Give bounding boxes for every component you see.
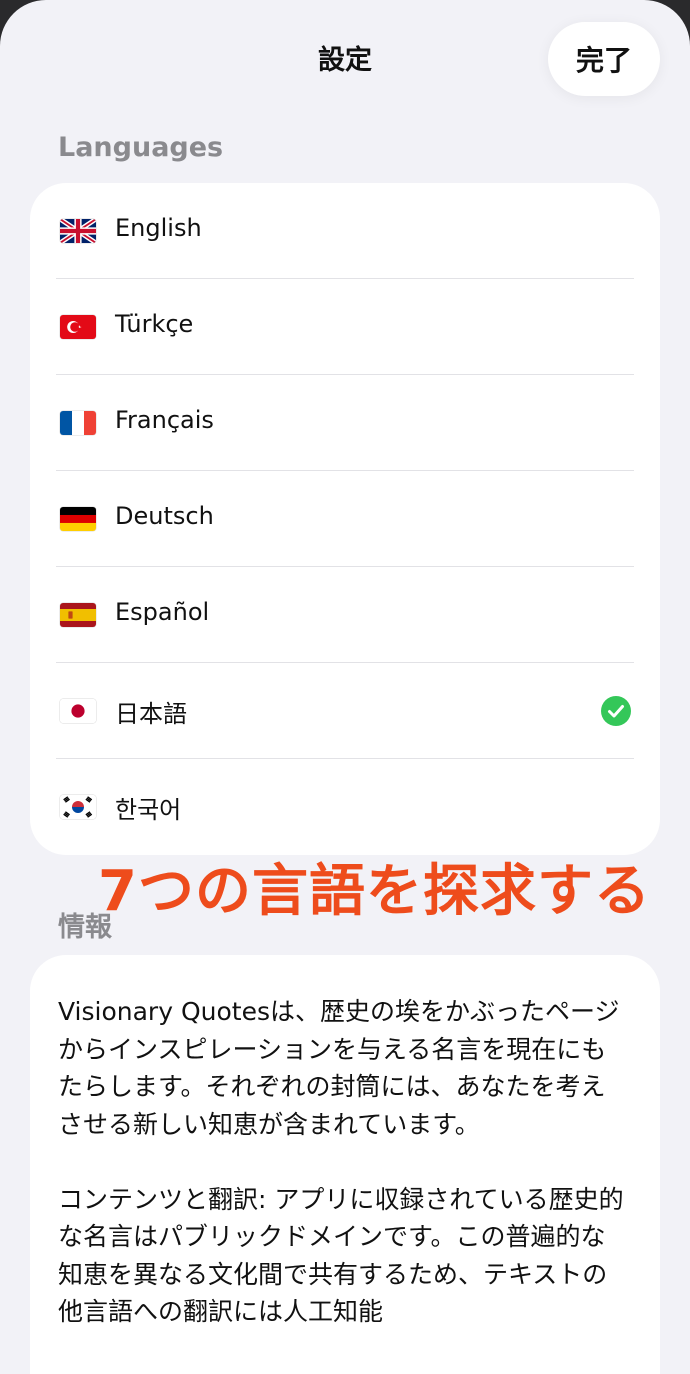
- japan-flag-icon: [60, 699, 96, 723]
- language-row-french[interactable]: Français: [30, 375, 660, 471]
- info-card: Visionary Quotesは、歴史の埃をかぶったページからインスピレーショ…: [30, 955, 660, 1374]
- korea-flag-icon: [60, 795, 96, 819]
- languages-list: English Türkçe Français Deutsch Español …: [30, 183, 660, 855]
- spain-flag-icon: [60, 603, 96, 627]
- language-label: Español: [115, 598, 210, 626]
- language-label: Français: [115, 406, 214, 434]
- germany-flag-icon: [60, 507, 96, 531]
- turkey-flag-icon: [60, 315, 96, 339]
- checkmark-icon: [601, 696, 631, 726]
- language-row-english[interactable]: English: [30, 183, 660, 279]
- languages-section-header: Languages: [58, 132, 224, 163]
- language-label: 한국어: [115, 796, 182, 824]
- info-paragraph: Visionary Quotesは、歴史の埃をかぶったページからインスピレーショ…: [58, 997, 620, 1139]
- language-label: Türkçe: [115, 310, 194, 338]
- france-flag-icon: [60, 411, 96, 435]
- language-label: Deutsch: [115, 502, 214, 530]
- language-row-spanish[interactable]: Español: [30, 567, 660, 663]
- language-row-japanese[interactable]: 日本語: [30, 663, 660, 759]
- language-row-german[interactable]: Deutsch: [30, 471, 660, 567]
- language-row-korean[interactable]: 한국어: [30, 759, 660, 855]
- settings-sheet: 設定 完了 Languages English Türkçe Français …: [0, 0, 690, 1374]
- done-button[interactable]: 完了: [548, 22, 660, 96]
- language-label: 日本語: [115, 700, 187, 728]
- uk-flag-icon: [60, 219, 96, 243]
- language-row-turkish[interactable]: Türkçe: [30, 279, 660, 375]
- language-label: English: [115, 214, 202, 242]
- promo-caption: 7つの言語を探求する: [98, 859, 651, 924]
- info-paragraph: コンテンツと翻訳: アプリに収録されている歴史的な名言はパブリックドメインです。…: [58, 1184, 624, 1327]
- info-text: Visionary Quotesは、歴史の埃をかぶったページからインスピレーショ…: [58, 993, 630, 1368]
